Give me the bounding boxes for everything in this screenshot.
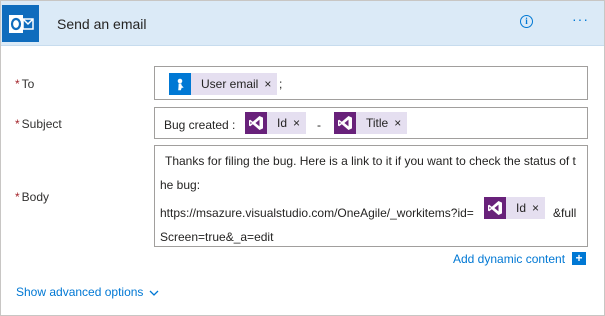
- required-mark: *: [15, 77, 20, 91]
- add-dynamic-content-link[interactable]: Add dynamic content: [453, 252, 565, 266]
- add-dynamic-content-icon[interactable]: +: [572, 252, 586, 265]
- outlook-icon: [2, 5, 39, 42]
- token-label: Title: [366, 116, 389, 130]
- subject-prefix: Bug created :: [164, 118, 236, 132]
- user-icon: [169, 73, 191, 95]
- user-email-token: User email ×: [169, 73, 278, 95]
- body-id-token: Id ×: [484, 197, 546, 219]
- to-label: * To: [15, 77, 34, 91]
- body-label-text: Body: [21, 190, 50, 204]
- body-line-1: Thanks for filing the bug. Here is a lin…: [165, 154, 576, 168]
- id-token: Id ×: [245, 112, 307, 134]
- token-label: Id: [277, 116, 288, 130]
- remove-token-icon[interactable]: ×: [264, 77, 277, 91]
- to-separator: ;: [279, 77, 283, 91]
- body-link-text: https://msazure.visualstudio.com/OneAgil…: [160, 206, 474, 220]
- body-label: * Body: [15, 190, 49, 204]
- token-label: Id: [516, 201, 527, 215]
- visual-studio-icon: [245, 112, 267, 134]
- to-label-text: To: [21, 77, 35, 91]
- more-options-icon[interactable]: ···: [572, 11, 589, 27]
- action-card: Send an email i ··· * To User email × ; *…: [0, 0, 605, 316]
- required-mark: *: [15, 190, 20, 204]
- required-mark: *: [15, 117, 20, 131]
- visual-studio-icon: [334, 112, 356, 134]
- title-token: Title ×: [334, 112, 408, 134]
- token-label: User email: [201, 77, 259, 91]
- advanced-options-label: Show advanced options: [16, 285, 144, 299]
- to-field[interactable]: User email × ;: [154, 66, 588, 100]
- remove-token-icon[interactable]: ×: [293, 116, 306, 130]
- subject-label-text: Subject: [21, 117, 62, 131]
- body-link-suffix: &full: [553, 206, 577, 220]
- visual-studio-icon: [484, 197, 506, 219]
- body-line-2: he bug:: [160, 178, 201, 192]
- remove-token-icon[interactable]: ×: [394, 116, 407, 130]
- action-header[interactable]: Send an email i ···: [1, 1, 604, 46]
- show-advanced-options-link[interactable]: Show advanced options: [16, 285, 159, 299]
- action-title: Send an email: [57, 16, 147, 32]
- subject-label: * Subject: [15, 117, 62, 131]
- subject-field[interactable]: Bug created : Id × - Title ×: [154, 107, 588, 139]
- remove-token-icon[interactable]: ×: [532, 201, 545, 215]
- subject-dash: -: [317, 118, 321, 132]
- info-icon[interactable]: i: [520, 15, 533, 28]
- body-line-4: Screen=true&_a=edit: [160, 230, 274, 244]
- chevron-down-icon: [147, 285, 159, 299]
- body-field[interactable]: Thanks for filing the bug. Here is a lin…: [154, 145, 588, 247]
